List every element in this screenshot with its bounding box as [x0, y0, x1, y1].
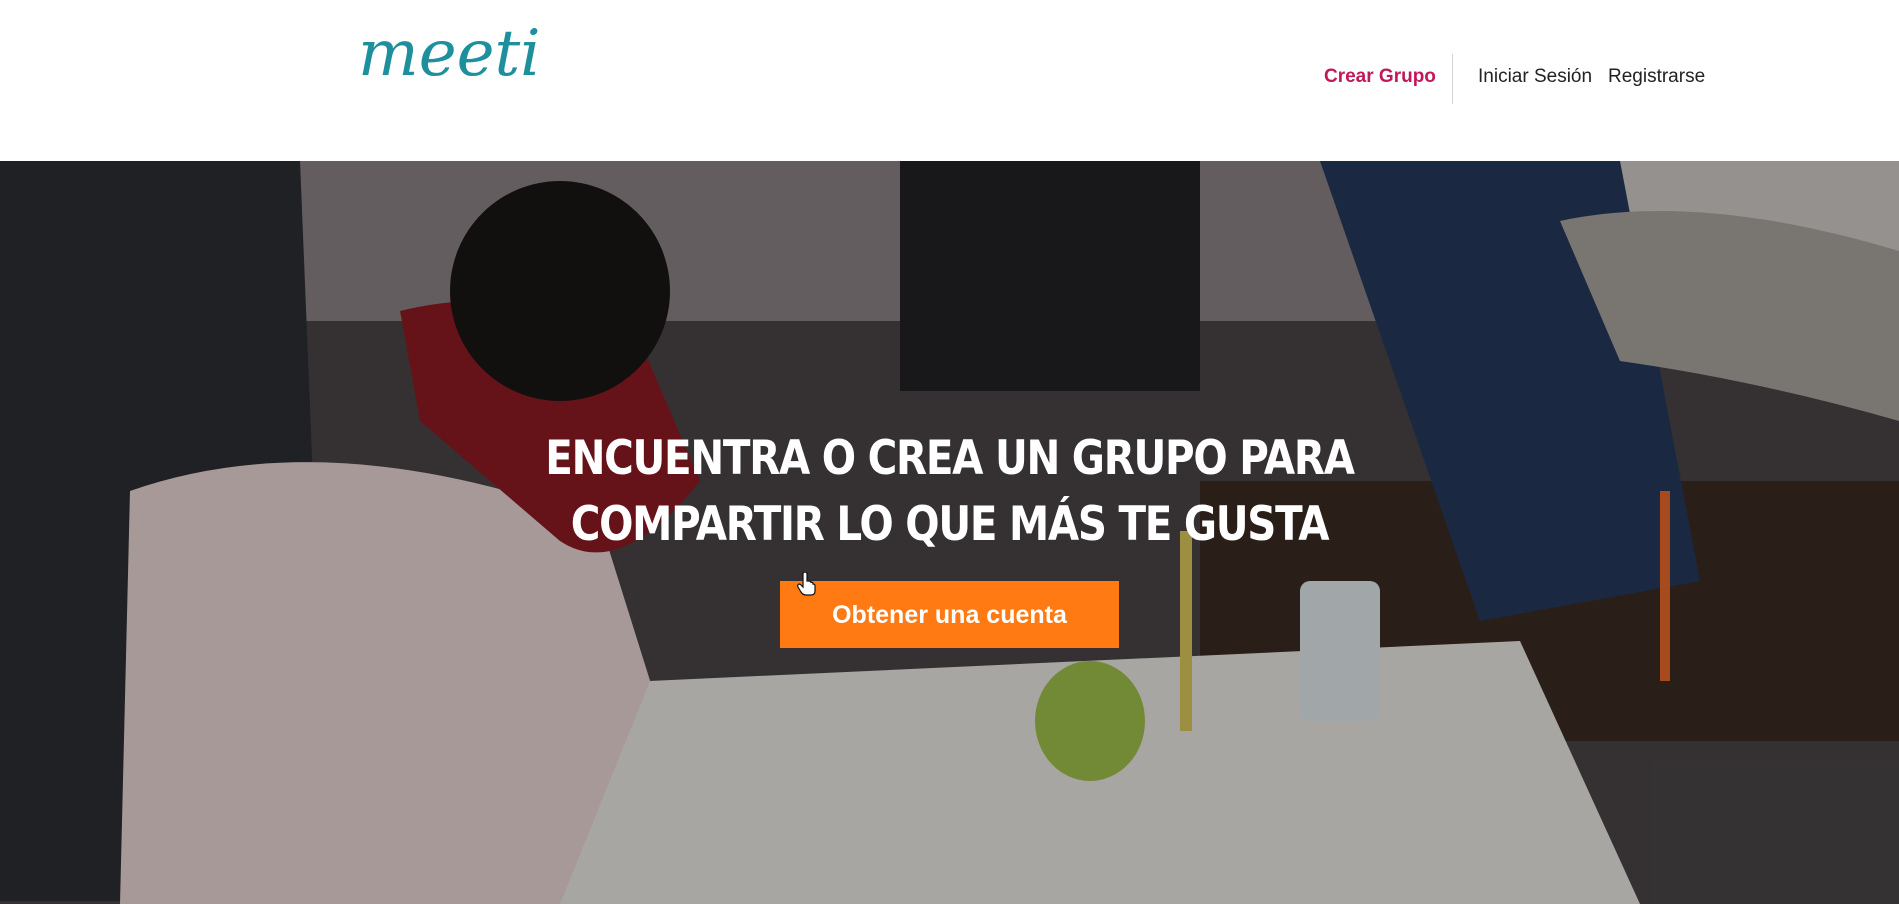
hero-title-line-2: compartir lo que más te gusta — [570, 497, 1330, 552]
main-nav: Crear Grupo Iniciar Sesión Registrarse — [1300, 54, 1720, 104]
site-header: meeti Crear Grupo Iniciar Sesión Registr… — [0, 0, 1899, 161]
hero-title: Encuentra o crea un grupo para compartir… — [133, 426, 1766, 558]
get-account-button[interactable]: Obtener una cuenta — [780, 581, 1119, 648]
logo[interactable]: meeti — [358, 22, 541, 86]
login-link[interactable]: Iniciar Sesión — [1478, 66, 1592, 88]
nav-divider — [1452, 54, 1453, 104]
hero-section: Encuentra o crea un grupo para compartir… — [0, 161, 1899, 904]
hand-pointer-cursor-icon — [797, 572, 816, 596]
hero-title-line-1: Encuentra o crea un grupo para — [545, 431, 1355, 486]
create-group-link[interactable]: Crear Grupo — [1324, 66, 1436, 88]
register-link[interactable]: Registrarse — [1608, 66, 1705, 88]
